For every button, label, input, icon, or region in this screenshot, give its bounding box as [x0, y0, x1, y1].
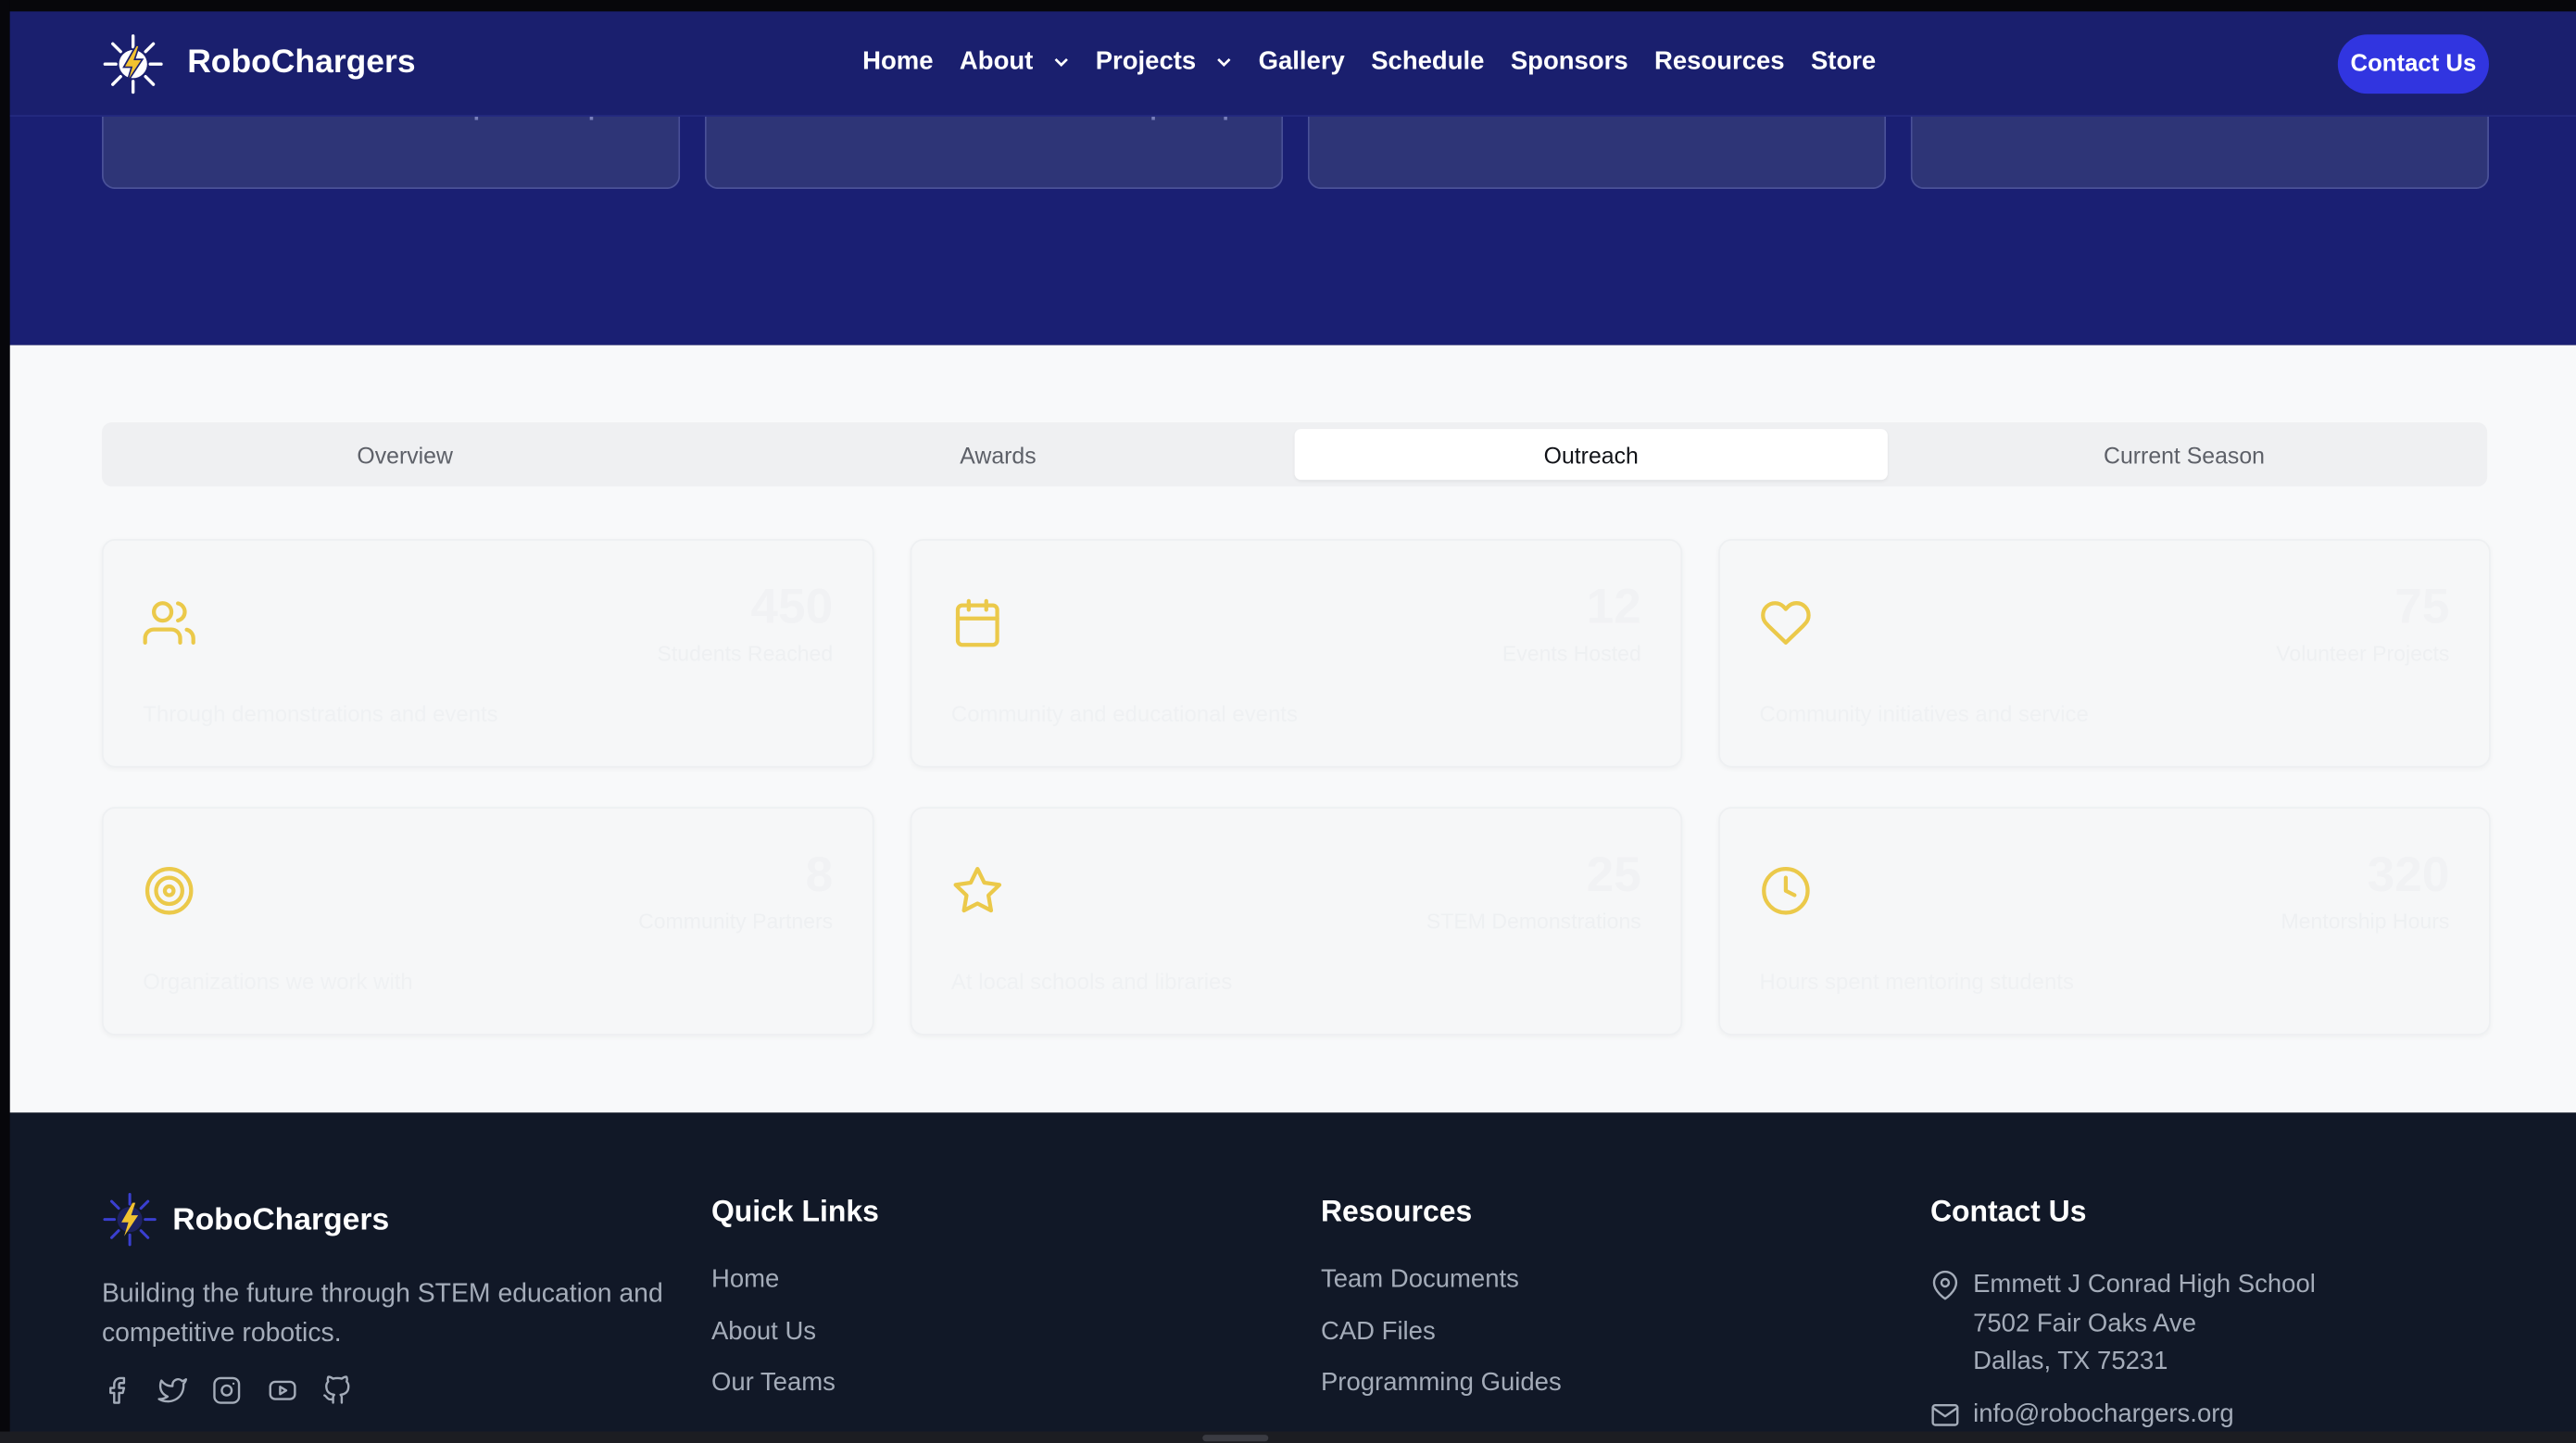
- tab-overview[interactable]: Overview: [108, 429, 701, 480]
- stat-value: 25: [1586, 847, 1641, 903]
- stat-label: Students Reached: [657, 641, 834, 666]
- stats-section: Overview Awards Outreach Current Season …: [9, 345, 2576, 1113]
- nav-item-sponsors[interactable]: Sponsors: [1511, 47, 1628, 77]
- footer-contact: Contact Us Emmett J Conrad High School 7…: [1930, 1195, 2316, 1433]
- contact-us-button[interactable]: Contact Us: [2337, 34, 2490, 94]
- heart-icon: [1761, 601, 1811, 645]
- star-icon: [953, 866, 1002, 913]
- stat-label: Community Partners: [638, 909, 834, 934]
- address-line: 7502 Fair Oaks Ave: [1973, 1309, 2197, 1337]
- stat-value: 320: [2367, 847, 2450, 903]
- tab-current-season[interactable]: Current Season: [1888, 429, 2481, 480]
- footer-tagline: Building the future through STEM educati…: [101, 1280, 663, 1349]
- stat-description: Community initiatives and service: [1759, 701, 2089, 727]
- stat-card-community-partners: 8 Community Partners Organizations we wo…: [101, 807, 874, 1035]
- footer-link-cad-files[interactable]: CAD Files: [1321, 1317, 1562, 1369]
- stat-description: Community and educational events: [950, 701, 1298, 727]
- instagram-icon[interactable]: [212, 1375, 242, 1405]
- address-line: Emmett J Conrad High School: [1973, 1270, 2316, 1299]
- tab-outreach[interactable]: Outreach: [1294, 429, 1888, 481]
- robochargers-logo-icon[interactable]: [102, 1192, 157, 1248]
- stat-description: Hours spent mentoring students: [1759, 969, 2074, 995]
- twitter-icon[interactable]: [157, 1375, 187, 1405]
- stat-card-volunteer-projects: 75 Volunteer Projects Community initiati…: [1718, 539, 2491, 768]
- nav-item-home[interactable]: Home: [862, 47, 933, 77]
- nav-item-schedule[interactable]: Schedule: [1371, 47, 1484, 77]
- nav-item-projects[interactable]: Projects: [1096, 47, 1233, 77]
- stat-description: Through demonstrations and events: [143, 701, 498, 727]
- stat-label: Volunteer Projects: [2276, 641, 2450, 666]
- chevron-down-icon: [1054, 57, 1068, 67]
- footer-link-about-us[interactable]: About Us: [711, 1317, 879, 1369]
- footer-heading: Contact Us: [1929, 1195, 2087, 1228]
- stat-value: 8: [805, 847, 834, 903]
- github-icon[interactable]: [322, 1375, 352, 1405]
- window-bottom-edge: [0, 1431, 2576, 1443]
- stat-value: 12: [1586, 580, 1641, 634]
- window-left-edge: [0, 0, 10, 1443]
- stat-label: Mentorship Hours: [2281, 909, 2450, 934]
- calendar-icon: [955, 598, 999, 647]
- footer-link-programming-guides[interactable]: Programming Guides: [1321, 1369, 1562, 1421]
- stat-card-events-hosted: 12 Events Hosted Community and education…: [910, 539, 1683, 768]
- window-top-edge: [0, 0, 2576, 12]
- footer-resources: Resources Team Documents CAD Files Progr…: [1321, 1195, 1562, 1421]
- youtube-icon[interactable]: [267, 1375, 296, 1405]
- users-icon: [143, 601, 195, 645]
- contact-address: Emmett J Conrad High School 7502 Fair Oa…: [1930, 1265, 2316, 1381]
- target-icon: [145, 866, 194, 915]
- map-pin-icon: [1932, 1270, 1958, 1300]
- nav-item-about[interactable]: About: [960, 47, 1069, 77]
- nav-item-resources[interactable]: Resources: [1654, 47, 1785, 77]
- address-line: Dallas, TX 75231: [1973, 1348, 2168, 1376]
- facebook-icon[interactable]: [102, 1375, 132, 1405]
- top-navigation: RoboChargers Home About Projects Gallery…: [9, 11, 2576, 117]
- footer-heading: Quick Links: [710, 1195, 879, 1228]
- main-menu: Home About Projects Gallery Schedule Spo…: [862, 47, 1902, 77]
- robochargers-logo-icon[interactable]: [102, 32, 164, 94]
- chevron-down-icon: [1217, 57, 1231, 67]
- stat-value: 450: [750, 580, 834, 634]
- nav-item-store[interactable]: Store: [1811, 47, 1876, 77]
- email-link[interactable]: info@robochargers.org: [1973, 1395, 2234, 1434]
- social-links: [102, 1375, 377, 1405]
- clock-icon: [1762, 866, 1810, 915]
- stat-description: Organizations we work with: [143, 969, 413, 995]
- footer-quick-links: Quick Links Home About Us Our Teams: [711, 1195, 879, 1421]
- footer-link-team-documents[interactable]: Team Documents: [1321, 1265, 1562, 1317]
- stat-description: At local schools and libraries: [950, 969, 1233, 995]
- footer-link-our-teams[interactable]: Our Teams: [711, 1369, 879, 1421]
- nav-item-gallery[interactable]: Gallery: [1259, 47, 1345, 77]
- tab-list: Overview Awards Outreach Current Season: [101, 422, 2488, 487]
- footer-link-home[interactable]: Home: [711, 1265, 879, 1317]
- footer-brand-name: RoboChargers: [172, 1202, 390, 1238]
- brand-name[interactable]: RoboChargers: [187, 44, 415, 82]
- stat-card-stem-demonstrations: 25 STEM Demonstrations At local schools …: [910, 807, 1683, 1035]
- tab-awards[interactable]: Awards: [701, 429, 1294, 480]
- stat-label: STEM Demonstrations: [1426, 909, 1641, 934]
- mail-icon: [1931, 1403, 1959, 1425]
- stat-value: 75: [2394, 580, 2450, 634]
- stat-label: Events Hosted: [1502, 641, 1641, 666]
- stat-card-mentorship-hours: 320 Mentorship Hours Hours spent mentori…: [1718, 807, 2491, 1035]
- footer-heading: Resources: [1320, 1195, 1473, 1228]
- stat-card-students-reached: 450 Students Reached Through demonstrati…: [101, 539, 874, 768]
- browser-viewport: RoboChargers Home About Projects Gallery…: [0, 0, 2576, 1443]
- contact-email: info@robochargers.org: [1930, 1395, 2316, 1434]
- site-footer: RoboChargers Building the future through…: [9, 1112, 2576, 1443]
